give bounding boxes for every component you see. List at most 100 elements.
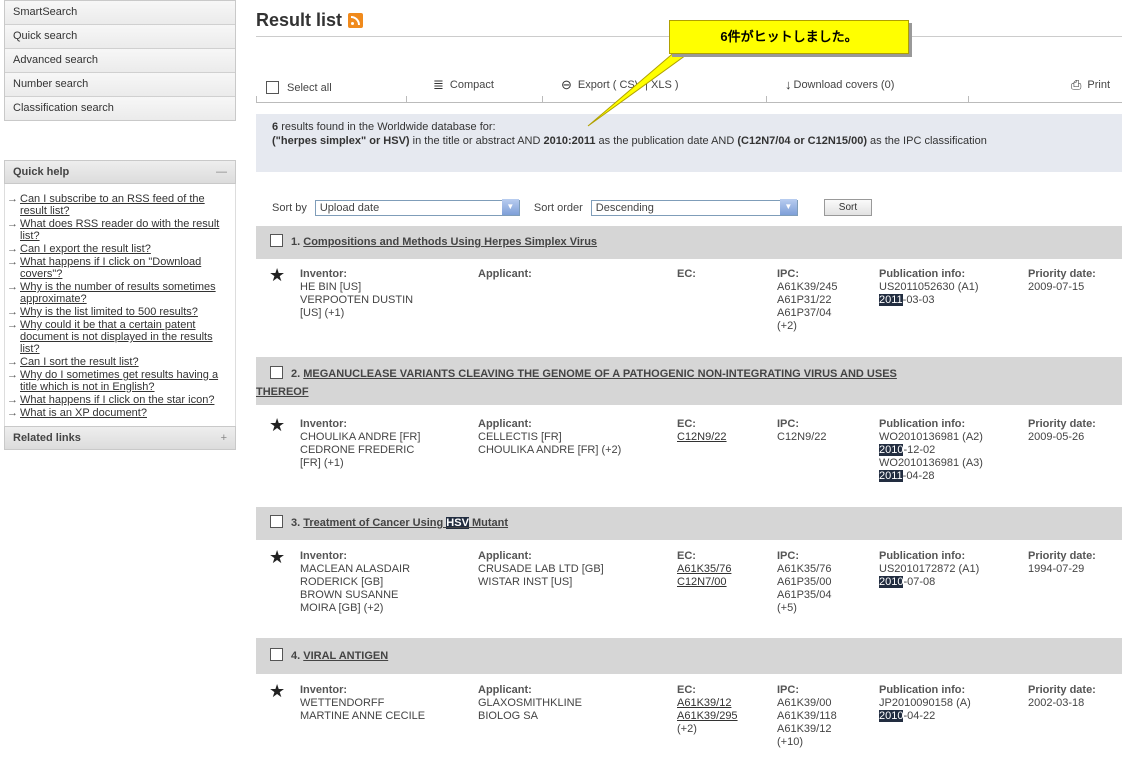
nav-smartsearch[interactable]: SmartSearch (5, 1, 235, 25)
result-checkbox[interactable] (270, 515, 283, 528)
arrow-right-icon: → (7, 193, 18, 205)
ipc-label: IPC: (777, 550, 799, 562)
arrow-right-icon: → (7, 218, 18, 230)
nav-classification-search[interactable]: Classification search (5, 97, 235, 120)
arrow-right-icon: → (7, 356, 18, 368)
ipc-code: A61K39/118 (777, 710, 837, 722)
checkbox-icon[interactable] (266, 81, 279, 94)
inventor-col: Inventor: WETTENDORFF MARTINE ANNE CECIL… (300, 684, 425, 723)
result-title-link-cont[interactable]: THEREOF (256, 386, 309, 398)
ec-code-link[interactable]: A61K35/76 (677, 563, 731, 575)
nav-advanced-search[interactable]: Advanced search (5, 49, 235, 73)
arrow-right-icon: → (7, 306, 18, 318)
star-icon[interactable]: ★ (269, 547, 285, 568)
pub-year-highlight: 2011 (879, 294, 903, 306)
download-covers-label: Download covers (0) (793, 78, 895, 91)
help-item: → Why do I sometimes get results having a… (7, 369, 233, 393)
result-header: 4. VIRAL ANTIGEN (256, 638, 1122, 674)
help-link-not-displayed[interactable]: Why could it be that a certain patent do… (20, 319, 213, 355)
priority-col: Priority date: 1994-07-29 (1028, 550, 1096, 576)
toolbar-tick (766, 96, 767, 103)
ec-code-link[interactable]: A61K39/12 (677, 697, 731, 709)
query-terms: ("herpes simplex" or HSV) (272, 135, 410, 147)
result-header: 1. Compositions and Methods Using Herpes… (256, 226, 1122, 259)
priority-date: 1994-07-29 (1028, 563, 1085, 575)
help-link-approximate[interactable]: Why is the number of results sometimes a… (20, 281, 216, 305)
ipc-more: (+10) (777, 736, 803, 748)
help-item: → Why is the number of results sometimes … (7, 281, 233, 305)
help-link-download-covers[interactable]: What happens if I click on "Download cov… (20, 256, 201, 280)
ipc-label: IPC: (777, 418, 799, 430)
help-link-export[interactable]: Can I export the result list? (20, 243, 151, 255)
result-title-link[interactable]: VIRAL ANTIGEN (303, 650, 388, 662)
ipc-col: IPC: A61K39/245 A61P31/22 A61P37/04 (+2) (777, 268, 838, 333)
toolbar-tick (968, 96, 969, 103)
related-links-header[interactable]: Related links + (4, 426, 236, 450)
result-title-link[interactable]: Treatment of Cancer Using HSV Mutant (303, 517, 508, 529)
pub-year-highlight: 2010 (879, 576, 904, 588)
arrow-right-icon: → (7, 281, 18, 293)
dropdown-arrow-icon[interactable]: ▼ (779, 199, 797, 215)
quick-help-header[interactable]: Quick help — (4, 160, 236, 184)
inventor-name: MACLEAN ALASDAIR (300, 563, 411, 575)
nav-quick-search[interactable]: Quick search (5, 25, 235, 49)
result-title-link[interactable]: Compositions and Methods Using Herpes Si… (303, 236, 597, 248)
ipc-more: (+5) (777, 602, 797, 614)
help-link-xp-document[interactable]: What is an XP document? (20, 407, 147, 419)
help-link-limit-500[interactable]: Why is the list limited to 500 results? (20, 306, 198, 318)
select-all-button[interactable]: Select all (266, 81, 332, 94)
priority-label: Priority date: (1028, 268, 1096, 280)
result-checkbox[interactable] (270, 366, 283, 379)
help-link-title-language[interactable]: Why do I sometimes get results having a … (20, 369, 218, 393)
download-covers-button[interactable]: ↓ Download covers (0) (785, 77, 894, 92)
ec-label: EC: (677, 684, 696, 696)
pub-doc: WO2010136981 (A2) (879, 431, 983, 443)
result-checkbox[interactable] (270, 234, 283, 247)
help-link-rss-subscribe[interactable]: Can I subscribe to an RSS feed of the re… (20, 193, 205, 217)
result-number: 3. (291, 517, 301, 529)
dropdown-arrow-icon[interactable]: ▼ (501, 199, 519, 215)
inventor-col: Inventor: MACLEAN ALASDAIR RODERICK [GB]… (300, 550, 410, 615)
help-item: → What does RSS reader do with the result… (7, 218, 233, 242)
result-checkbox[interactable] (270, 648, 283, 661)
printer-icon: ⎙ (1071, 77, 1082, 92)
compact-button[interactable]: ≣ Compact (433, 77, 494, 93)
export-arrow-icon: ⊖ (561, 77, 572, 92)
star-icon[interactable]: ★ (269, 415, 285, 436)
star-icon[interactable]: ★ (269, 265, 285, 286)
ipc-label: IPC: (777, 268, 799, 280)
ec-code-link[interactable]: C12N7/00 (677, 576, 727, 588)
arrow-right-icon: → (7, 243, 18, 255)
ec-code-link[interactable]: C12N9/22 (677, 431, 727, 443)
ipc-code: A61K39/12 (777, 723, 832, 735)
result-details: ★ Inventor: CHOULIKA ANDRE [FR] CEDRONE … (256, 415, 1122, 508)
rss-feed-icon[interactable] (348, 13, 364, 28)
help-link-star-icon[interactable]: What happens if I click on the star icon… (20, 394, 214, 406)
result-title-link[interactable]: MEGANUCLEASE VARIANTS CLEAVING THE GENOM… (303, 368, 897, 380)
collapse-icon[interactable]: — (216, 161, 227, 183)
title-highlight: HSV (446, 517, 469, 529)
sort-order-select[interactable]: Descending ▼ (590, 199, 798, 216)
sort-by-select[interactable]: Upload date ▼ (314, 199, 520, 216)
help-link-sort[interactable]: Can I sort the result list? (20, 356, 139, 368)
help-item: → What happens if I click on the star ico… (7, 394, 233, 406)
publication-col: Publication info: JP2010090158 (A) 2010-… (879, 684, 971, 723)
ec-code-link[interactable]: A61K39/295 (677, 710, 738, 722)
nav-number-search[interactable]: Number search (5, 73, 235, 97)
ipc-code: A61K39/00 (777, 697, 832, 709)
help-link-rss-reader[interactable]: What does RSS reader do with the result … (20, 218, 219, 242)
sort-bar: Sort by Upload date ▼ Sort order Descend… (272, 199, 873, 216)
pub-date-rest: -07-08 (903, 576, 936, 588)
expand-icon[interactable]: + (221, 427, 227, 449)
inventor-label: Inventor: (300, 268, 348, 280)
print-button[interactable]: ⎙ Print (1071, 77, 1110, 93)
sort-button[interactable]: Sort (823, 199, 873, 216)
result-number: 2. (291, 368, 301, 380)
pub-date-rest: -04-28 (902, 470, 935, 482)
ec-col: EC: A61K35/76 C12N7/00 (677, 550, 731, 589)
help-item: → Why is the list limited to 500 results? (7, 306, 233, 318)
ipc-code: C12N9/22 (777, 431, 827, 443)
result-details: ★ Inventor: MACLEAN ALASDAIR RODERICK [G… (256, 547, 1122, 640)
result-details: ★ Inventor: WETTENDORFF MARTINE ANNE CEC… (256, 681, 1122, 774)
star-icon[interactable]: ★ (269, 681, 285, 702)
